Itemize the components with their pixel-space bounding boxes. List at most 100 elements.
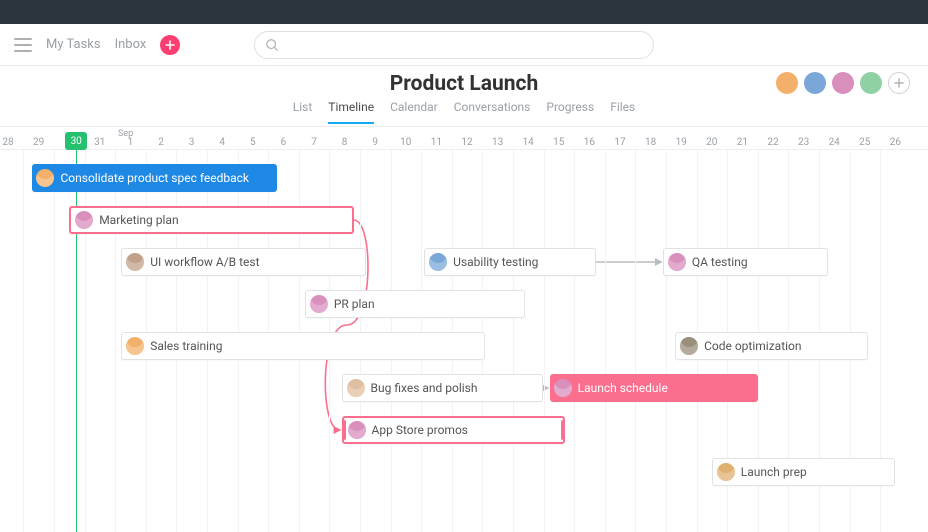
assignee-avatar <box>668 253 686 271</box>
date-cell: 6 <box>273 137 293 148</box>
task-bar[interactable]: QA testing <box>663 248 828 276</box>
tab-timeline[interactable]: Timeline <box>328 100 374 124</box>
window-titlebar <box>0 0 928 24</box>
date-cell: 22 <box>763 137 783 148</box>
tab-list[interactable]: List <box>293 100 313 124</box>
date-cell: 28 <box>0 137 18 148</box>
gridline <box>513 150 514 532</box>
date-cell: 3 <box>182 137 202 148</box>
date-cell: 8 <box>335 137 355 148</box>
assignee-avatar <box>717 463 735 481</box>
date-cell: 16 <box>579 137 599 148</box>
date-cell: 19 <box>671 137 691 148</box>
date-cell: 20 <box>702 137 722 148</box>
nav-my-tasks[interactable]: My Tasks <box>46 37 101 52</box>
project-members <box>776 72 910 94</box>
task-bar[interactable]: Launch prep <box>712 458 896 486</box>
task-bar[interactable]: Consolidate product spec feedback <box>32 164 277 192</box>
assignee-avatar <box>126 337 144 355</box>
task-label: UI workflow A/B test <box>150 255 259 269</box>
date-cell: 23 <box>794 137 814 148</box>
task-bar[interactable]: App Store promos <box>342 416 565 444</box>
tab-conversations[interactable]: Conversations <box>454 100 531 124</box>
date-cell: 11 <box>426 137 446 148</box>
task-bar[interactable]: Marketing plan <box>69 206 354 234</box>
task-bar[interactable]: Usability testing <box>424 248 595 276</box>
timeline-canvas[interactable]: Consolidate product spec feedback Marketi… <box>0 150 928 532</box>
add-button[interactable] <box>160 35 180 55</box>
date-cell: 21 <box>732 137 752 148</box>
plus-icon <box>165 40 175 50</box>
date-cell: 24 <box>824 137 844 148</box>
task-label: QA testing <box>692 255 748 269</box>
avatar[interactable] <box>860 72 882 94</box>
nav-inbox[interactable]: Inbox <box>115 37 147 52</box>
task-bar[interactable]: Sales training <box>121 332 485 360</box>
date-cell: 29 <box>29 137 49 148</box>
date-cell: 9 <box>365 137 385 148</box>
search-input[interactable] <box>254 31 654 59</box>
date-cell: 5 <box>243 137 263 148</box>
gridline <box>666 150 667 532</box>
task-bar[interactable]: Bug fixes and polish <box>342 374 544 402</box>
menu-icon[interactable] <box>14 38 32 52</box>
assignee-avatar <box>310 295 328 313</box>
date-cell: 1 <box>120 137 140 148</box>
task-label: Bug fixes and polish <box>371 381 478 395</box>
gridline <box>574 150 575 532</box>
task-label: App Store promos <box>372 423 468 437</box>
task-label: Sales training <box>150 339 222 353</box>
gridline <box>23 150 24 532</box>
task-label: Consolidate product spec feedback <box>60 171 249 185</box>
task-label: PR plan <box>334 297 375 311</box>
task-label: Code optimization <box>704 339 801 353</box>
task-bar[interactable]: Code optimization <box>675 332 868 360</box>
gridline <box>544 150 545 532</box>
date-cell: 17 <box>610 137 630 148</box>
date-cell: 7 <box>304 137 324 148</box>
assignee-avatar <box>680 337 698 355</box>
task-bar[interactable]: UI workflow A/B test <box>121 248 366 276</box>
resize-handle-left[interactable] <box>342 420 346 440</box>
avatar[interactable] <box>832 72 854 94</box>
task-label: Marketing plan <box>99 213 178 227</box>
date-today[interactable]: 30 <box>65 132 87 150</box>
date-cell: 31 <box>90 137 110 148</box>
date-cell: 13 <box>488 137 508 148</box>
assignee-avatar <box>429 253 447 271</box>
task-bar[interactable]: Launch schedule <box>550 374 758 402</box>
date-cell: 10 <box>396 137 416 148</box>
task-label: Launch prep <box>741 465 807 479</box>
assignee-avatar <box>36 169 54 187</box>
date-cell: 4 <box>212 137 232 148</box>
assignee-avatar <box>348 421 366 439</box>
assignee-avatar <box>126 253 144 271</box>
date-cell: 14 <box>518 137 538 148</box>
task-label: Launch schedule <box>578 381 668 395</box>
gridline <box>54 150 55 532</box>
assignee-avatar <box>347 379 365 397</box>
add-member-button[interactable] <box>888 72 910 94</box>
avatar[interactable] <box>804 72 826 94</box>
resize-handle-right[interactable] <box>561 420 565 440</box>
tab-files[interactable]: Files <box>610 100 635 124</box>
date-cell: 15 <box>549 137 569 148</box>
tab-calendar[interactable]: Calendar <box>390 100 438 124</box>
assignee-avatar <box>554 379 572 397</box>
task-label: Usability testing <box>453 255 538 269</box>
avatar[interactable] <box>776 72 798 94</box>
date-cell: 26 <box>885 137 905 148</box>
tab-progress[interactable]: Progress <box>546 100 594 124</box>
gridline <box>635 150 636 532</box>
date-cell: 18 <box>641 137 661 148</box>
search-icon <box>265 38 279 52</box>
task-bar[interactable]: PR plan <box>305 290 525 318</box>
view-tabs: List Timeline Calendar Conversations Pro… <box>0 100 928 124</box>
assignee-avatar <box>75 211 93 229</box>
plus-icon <box>894 78 904 88</box>
date-cell: 12 <box>457 137 477 148</box>
date-axis: Sep2829303112345678910111213141516171819… <box>0 126 928 150</box>
navbar: My Tasks Inbox <box>0 24 928 66</box>
date-cell: 25 <box>855 137 875 148</box>
date-cell: 2 <box>151 137 171 148</box>
